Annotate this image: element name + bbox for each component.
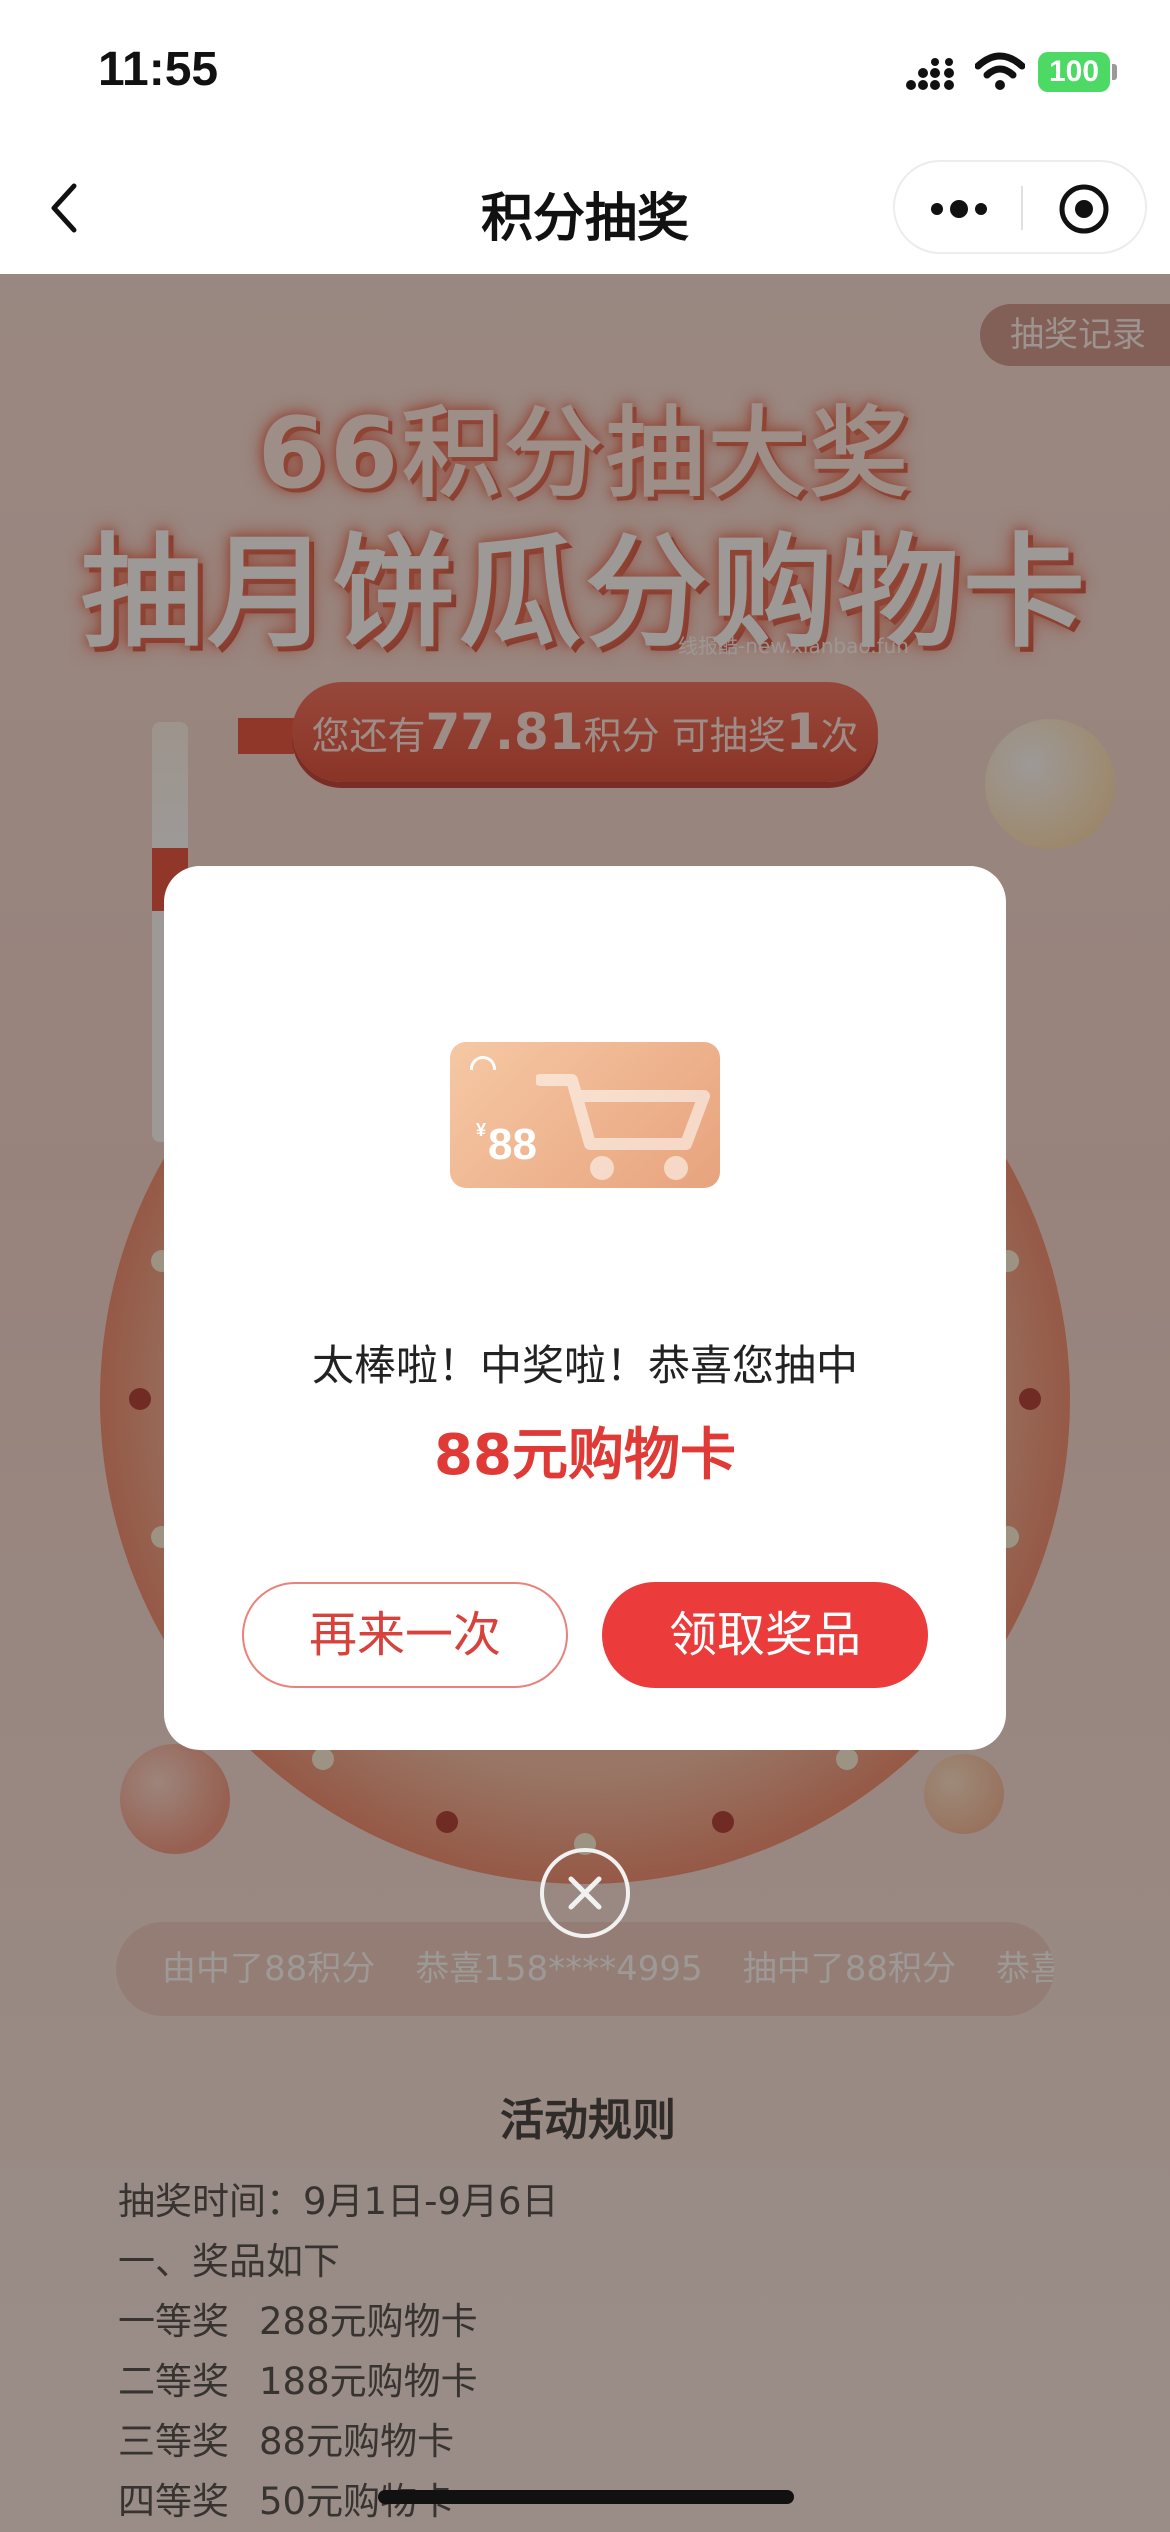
shopping-cart-icon bbox=[536, 1074, 710, 1180]
card-amount: ¥88 bbox=[476, 1120, 537, 1170]
shopping-card-image: ¥88 bbox=[450, 1042, 720, 1188]
nav-bar: 积分抽奖 bbox=[0, 140, 1170, 274]
signal-icon bbox=[906, 58, 954, 90]
capsule-divider bbox=[1021, 186, 1023, 230]
more-icon[interactable] bbox=[929, 192, 989, 226]
draw-again-button[interactable]: 再来一次 bbox=[242, 1582, 568, 1688]
mini-program-capsule bbox=[893, 160, 1147, 254]
status-bar: 11:55 100 bbox=[0, 0, 1170, 140]
claim-prize-button[interactable]: 领取奖品 bbox=[602, 1582, 928, 1688]
close-icon bbox=[568, 1876, 602, 1910]
card-currency: ¥ bbox=[476, 1120, 487, 1140]
card-value: 88 bbox=[488, 1120, 537, 1169]
battery-level: 100 bbox=[1038, 52, 1110, 92]
status-time: 11:55 bbox=[98, 43, 219, 96]
close-program-icon[interactable] bbox=[1057, 182, 1111, 236]
card-brand-logo-icon bbox=[470, 1056, 496, 1070]
win-message: 太棒啦！中奖啦！恭喜您抽中 bbox=[311, 1341, 858, 1390]
wifi-icon bbox=[975, 52, 1025, 90]
won-prize-name: 88元购物卡 bbox=[434, 1423, 736, 1488]
home-indicator bbox=[378, 2490, 794, 2504]
prize-win-modal: ¥88 太棒啦！中奖啦！恭喜您抽中 88元购物卡 再来一次 领取奖品 bbox=[164, 866, 1006, 1750]
battery-tip bbox=[1112, 64, 1117, 80]
close-modal-button[interactable] bbox=[540, 1848, 630, 1938]
